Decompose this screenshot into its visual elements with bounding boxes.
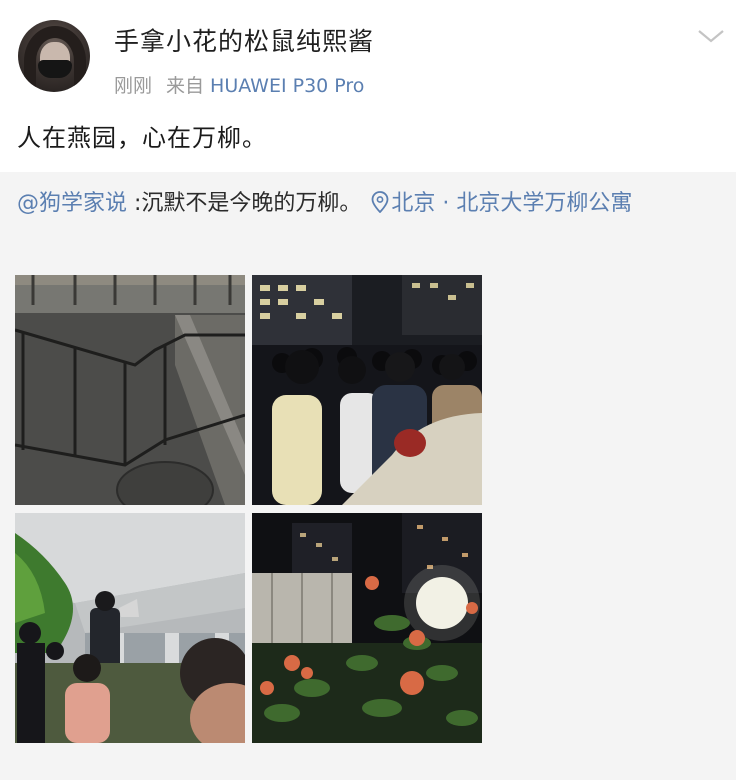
post-text: 人在燕园，心在万柳。 [17, 124, 267, 152]
device-name[interactable]: HUAWEI P30 Pro [210, 75, 364, 97]
repost-text: @狗学家说 :沉默不是今晚的万柳。 北京 · 北京大学万柳公寓 [17, 184, 722, 223]
from-label: 来自 [166, 75, 205, 97]
post-time: 刚刚 [114, 75, 153, 97]
post-header: 手拿小花的松鼠纯熙酱 刚刚 来自 HUAWEI P30 Pro [0, 0, 736, 102]
repost-mention[interactable]: @狗学家说 [17, 191, 127, 216]
photo-roses-night[interactable] [252, 513, 482, 743]
avatar[interactable] [18, 20, 90, 92]
chevron-down-icon[interactable] [697, 26, 725, 46]
photo-roses-night-image [252, 513, 482, 743]
photo-railing-pavement-image [15, 275, 245, 505]
photo-night-crowd[interactable] [252, 275, 482, 505]
photo-person-megaphone-image [15, 513, 245, 743]
photo-person-megaphone[interactable] [15, 513, 245, 743]
avatar-mask [38, 60, 72, 78]
repost-body: :沉默不是今晚的万柳。 [127, 191, 362, 216]
photo-night-crowd-image [252, 275, 482, 505]
username[interactable]: 手拿小花的松鼠纯熙酱 [114, 22, 374, 58]
photo-railing-pavement[interactable] [15, 275, 245, 505]
post-meta: 刚刚 来自 HUAWEI P30 Pro [114, 71, 378, 98]
location-pin-icon [372, 191, 389, 213]
repost-card[interactable]: @狗学家说 :沉默不是今晚的万柳。 北京 · 北京大学万柳公寓 [0, 172, 736, 780]
location-link[interactable]: 北京 · 北京大学万柳公寓 [391, 191, 632, 216]
